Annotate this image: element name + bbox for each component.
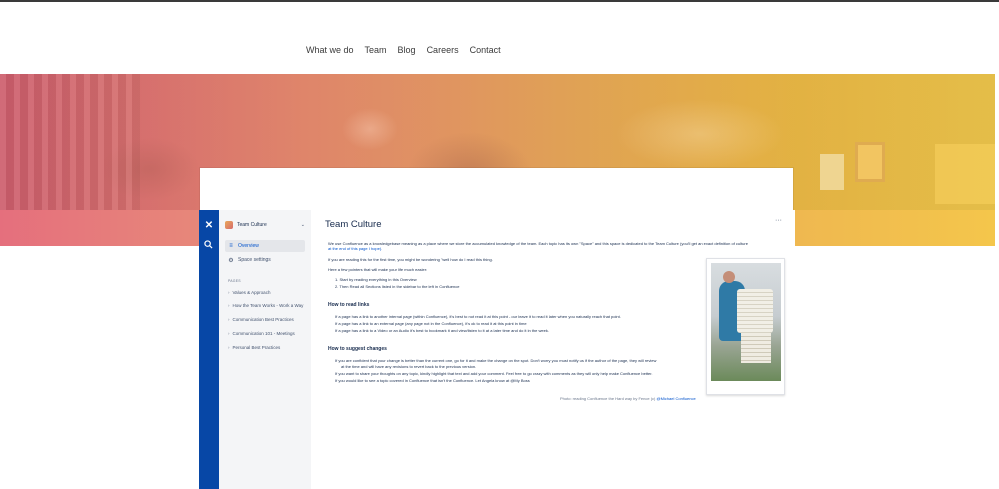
hero-photo-frame [935, 144, 995, 204]
chevron-down-icon[interactable]: ⌄ [301, 222, 305, 228]
page-tree-label: Communication 101 - Meetings [232, 331, 295, 336]
page-tree-item[interactable]: › Values & Approach [228, 290, 270, 295]
page-image-card[interactable] [706, 258, 785, 395]
page-content: Team Culture ··· We use Confluence as a … [325, 210, 787, 489]
chevron-right-icon[interactable]: › [228, 290, 230, 295]
nav-contact[interactable]: Contact [470, 45, 501, 55]
chevron-right-icon[interactable]: › [228, 331, 230, 336]
chevron-right-icon[interactable]: › [228, 303, 230, 308]
page-tree-label: Personal Best Practices [232, 345, 281, 350]
page-title: Team Culture [325, 219, 382, 230]
list-item: 2. Then Read all Sections listed in the … [335, 284, 460, 289]
page-tree-label: How the Team Works - Work a Way [232, 303, 304, 308]
list-item: If you would like to see a topic covered… [335, 378, 530, 383]
space-avatar [225, 221, 233, 229]
top-rule [0, 0, 999, 2]
list-item: If a page has a link to another internal… [335, 314, 621, 319]
screenshot-top-card [200, 168, 793, 210]
list-item: 1. Start by reading everything in this O… [335, 277, 417, 282]
sidebar-item-overview[interactable]: ≡ Overview [225, 240, 305, 252]
page-tree-item[interactable]: › Communication 101 - Meetings [228, 331, 295, 336]
chevron-right-icon[interactable]: › [228, 345, 230, 350]
intro-paragraph-continued[interactable]: at the end of this page I hope). [328, 246, 382, 251]
intro-paragraph: If you are reading this for the first ti… [328, 257, 493, 262]
intro-paragraph: We use Confluence as a knowledgebase mea… [328, 241, 748, 246]
list-item: If you want to share your thoughts on an… [335, 371, 653, 376]
gear-icon: ⚙ [228, 257, 234, 264]
hero-photo-frame [820, 154, 844, 190]
image-attribution: Photo: reading Confluence the Hard way b… [560, 396, 696, 401]
page-tree-label: Values & Approach [232, 290, 271, 295]
section-heading: How to read links [328, 302, 370, 308]
page-tree-item[interactable]: › How the Team Works - Work a Way [228, 303, 303, 308]
global-nav-rail: ✕ [199, 210, 219, 489]
section-heading: How to suggest changes [328, 346, 387, 352]
space-header[interactable]: Team Culture ⌄ [225, 218, 305, 232]
attribution-text: Photo: reading Confluence the Hard way b… [560, 396, 656, 401]
list-item: If a page has a link to an external page… [335, 321, 527, 326]
nav-careers[interactable]: Careers [427, 45, 459, 55]
image-paper-stack [741, 333, 771, 363]
list-item: at the time and will have any revisions … [341, 364, 477, 369]
search-icon[interactable] [204, 240, 213, 249]
intro-paragraph: Here a few pointers that will make your … [328, 267, 428, 272]
page-tree-label: Communication Best Practices [232, 317, 294, 322]
confluence-logo-icon[interactable]: ✕ [204, 221, 214, 231]
page-tree-item[interactable]: › Communication Best Practices [228, 317, 294, 322]
hero-gradient-band [795, 210, 995, 246]
page-image[interactable] [711, 263, 781, 381]
page-tree-item[interactable]: › Personal Best Practices [228, 345, 280, 350]
pages-section-label: PAGES [228, 279, 241, 283]
image-person-head [723, 271, 735, 283]
nav-team[interactable]: Team [365, 45, 387, 55]
chevron-right-icon[interactable]: › [228, 317, 230, 322]
overview-icon: ≡ [229, 243, 233, 249]
attribution-link[interactable]: @Michael Confluence [657, 396, 696, 401]
list-item: If you are confident that your change is… [335, 358, 657, 363]
space-name: Team Culture [237, 222, 267, 228]
hero-photo-frame [855, 142, 885, 182]
nav-what-we-do[interactable]: What we do [306, 45, 354, 55]
list-item: If a page has a link to a Video or an Au… [335, 328, 549, 333]
site-nav: What we do Team Blog Careers Contact [306, 45, 501, 55]
confluence-screenshot: ✕ Team Culture ⌄ ≡ Overview ⚙ Space sett… [199, 210, 795, 489]
sidebar-item-label: Space settings [238, 257, 271, 263]
space-sidebar: Team Culture ⌄ ≡ Overview ⚙ Space settin… [219, 210, 311, 489]
sidebar-item-space-settings[interactable]: ⚙ Space settings [225, 254, 305, 266]
nav-blog[interactable]: Blog [398, 45, 416, 55]
hero-photo-curtain [0, 74, 140, 210]
sidebar-item-label: Overview [238, 243, 259, 249]
more-actions-icon[interactable]: ··· [775, 217, 782, 224]
image-paper-stack [737, 289, 773, 333]
